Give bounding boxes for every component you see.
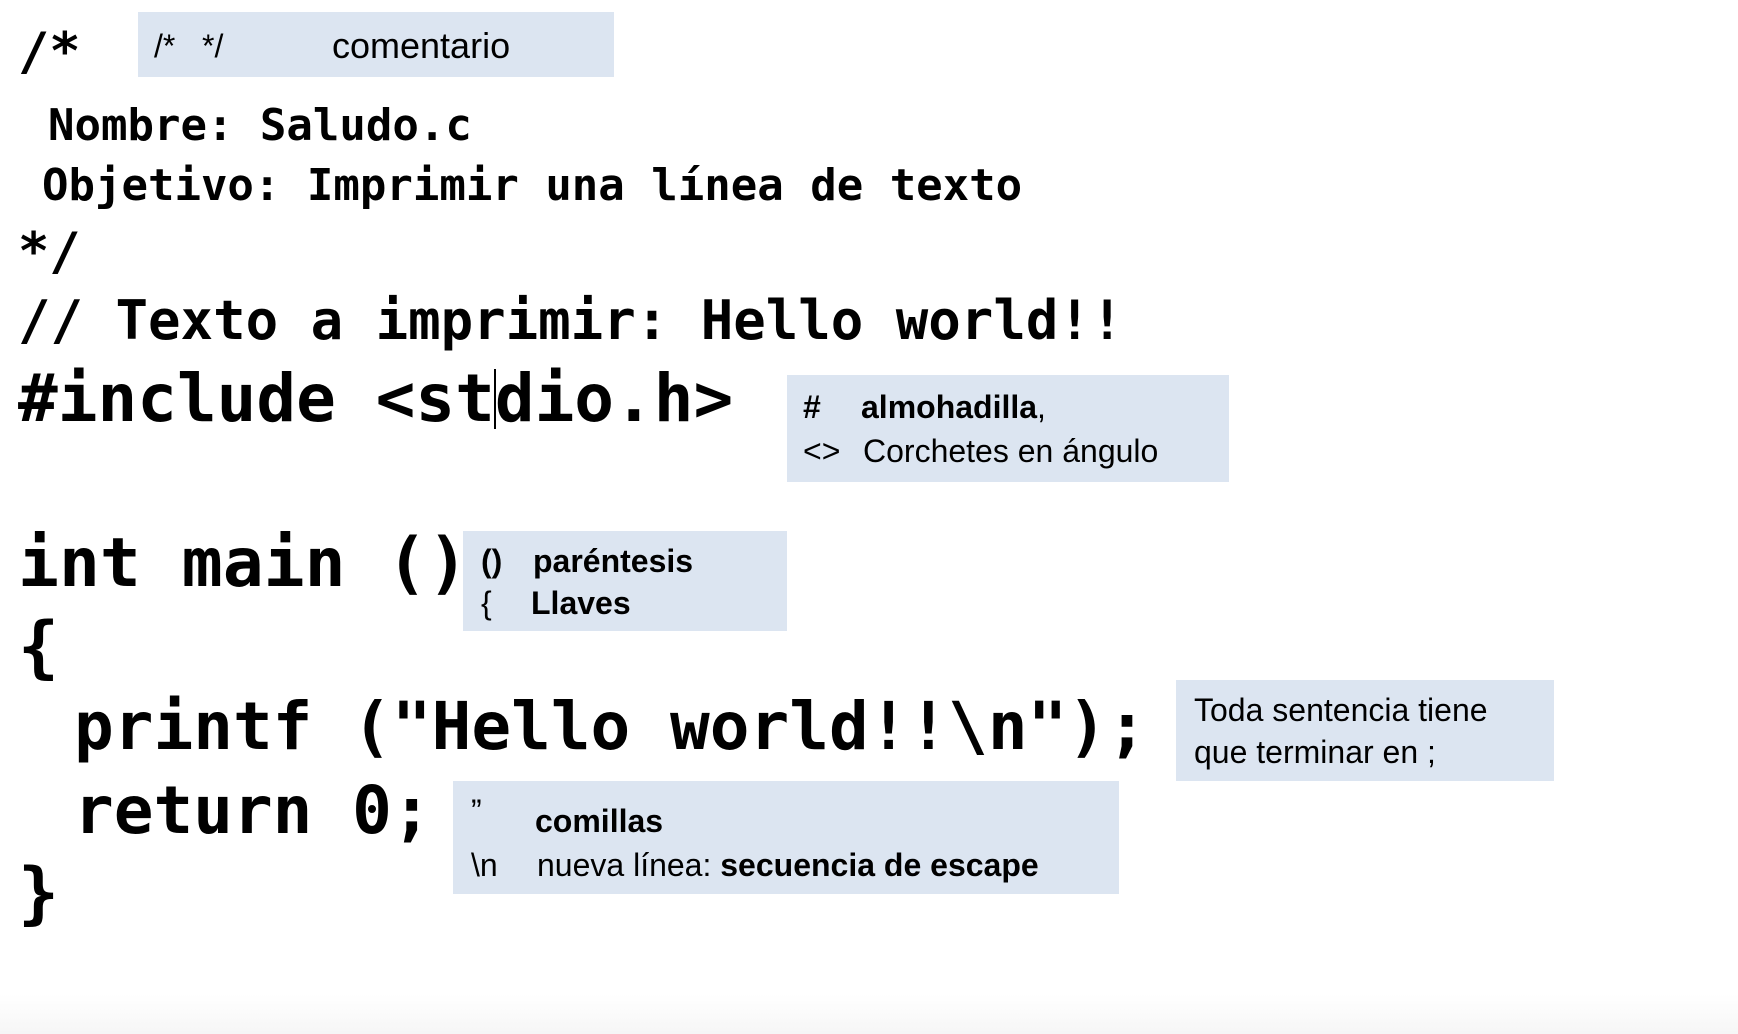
note-hash-label-text: almohadilla — [861, 389, 1038, 425]
note-hash-label: almohadilla, — [861, 391, 1046, 423]
note-paren-symbol: () — [481, 543, 503, 579]
include-directive: #include <stdio.h> — [18, 366, 733, 432]
note-comment-label: comentario — [332, 25, 511, 66]
note-newline-label: nueva línea: secuencia de escape — [537, 849, 1039, 881]
note-statement-line1: Toda sentencia tiene — [1194, 692, 1488, 728]
comment-close: */ — [18, 222, 81, 282]
note-hash-comma: , — [1037, 389, 1046, 425]
note-include-symbols: # almohadilla, <> Corchetes en ángulo — [787, 375, 1229, 482]
note-quote-symbol: ” — [471, 793, 482, 829]
note-statement-line2: que terminar en ; — [1194, 734, 1436, 770]
note-angle-label: Corchetes en ángulo — [863, 433, 1159, 469]
note-newline-symbol: \n — [471, 847, 498, 883]
note-brace-symbol: { — [481, 585, 492, 621]
comment-objetivo-line: Objetivo: Imprimir una línea de texto — [42, 160, 1023, 211]
include-text-before-cursor: #include <st — [18, 360, 495, 437]
note-comment-symbols: /* */ — [154, 28, 224, 64]
note-statement-terminator: Toda sentencia tiene que terminar en ; — [1176, 680, 1554, 781]
comment-nombre-line: Nombre: Saludo.c — [48, 100, 472, 151]
note-quote-label: comillas — [535, 803, 664, 839]
close-brace: } — [18, 854, 59, 933]
main-signature: int main () — [18, 524, 469, 603]
note-hash-symbol: # — [803, 389, 821, 425]
note-newline-prefix: nueva línea: — [537, 847, 721, 883]
note-comment: /* */ comentario — [138, 12, 614, 77]
note-newline-bold: secuencia de escape — [720, 847, 1039, 883]
open-brace: { — [18, 608, 59, 687]
note-parentheses-braces: () paréntesis { Llaves — [463, 531, 787, 631]
comment-open: /* — [18, 22, 81, 82]
slide: /* Nombre: Saludo.c Objetivo: Imprimir u… — [0, 0, 1738, 1034]
note-brace-label: Llaves — [531, 585, 631, 621]
return-statement: return 0; — [74, 772, 432, 849]
note-paren-label: paréntesis — [533, 543, 694, 579]
printf-statement: printf ("Hello world!!\n"); — [74, 688, 1147, 765]
bottom-edge-fade — [0, 994, 1738, 1034]
note-angle-symbol: <> — [803, 433, 841, 469]
line-comment: // Texto a imprimir: Hello world!! — [18, 289, 1124, 352]
include-text-after-cursor: dio.h> — [494, 360, 734, 437]
note-quotes-escape: ” comillas \n nueva línea: secuencia de … — [453, 781, 1119, 894]
